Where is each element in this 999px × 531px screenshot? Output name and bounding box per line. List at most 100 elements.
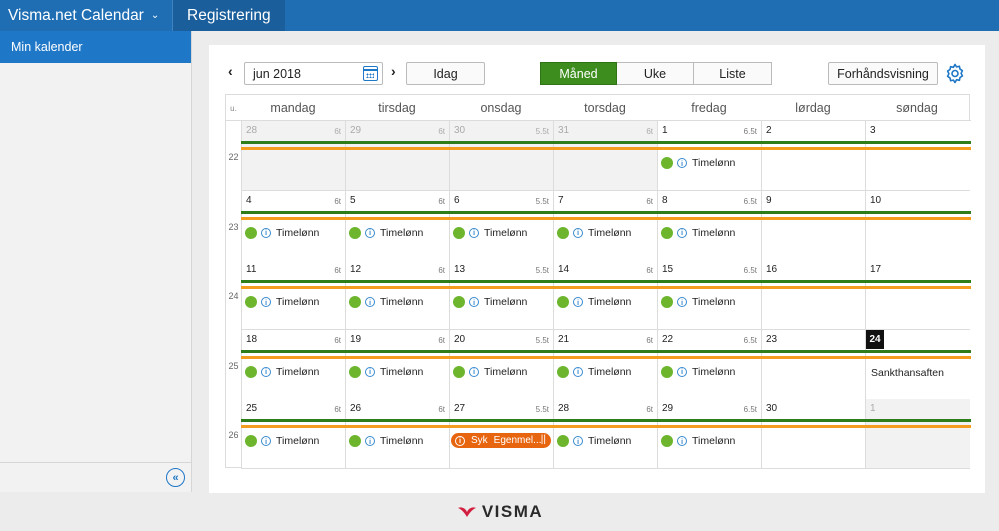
info-icon[interactable]: i (365, 436, 375, 447)
day-cell[interactable]: 9 (761, 190, 865, 261)
registration-event[interactable]: i Timelønn (557, 294, 631, 310)
registration-event[interactable]: i Timelønn (245, 433, 319, 449)
info-icon[interactable]: i (261, 227, 271, 238)
registration-event[interactable]: i Timelønn (661, 364, 735, 380)
preview-button[interactable]: Forhåndsvisning (828, 62, 938, 85)
calendar-icon[interactable] (363, 66, 378, 81)
today-button[interactable]: Idag (406, 62, 485, 85)
info-icon[interactable]: i (261, 297, 271, 308)
day-cell[interactable]: 15 6.5t i Timelønn (657, 260, 761, 331)
day-cell[interactable]: 30 (761, 399, 865, 470)
period-bar-green[interactable] (241, 349, 971, 353)
registration-event[interactable]: i Timelønn (453, 364, 527, 380)
period-bar-orange[interactable] (241, 286, 971, 290)
info-icon[interactable]: i (365, 227, 375, 238)
period-bar-green[interactable] (241, 280, 971, 284)
tab-liste[interactable]: Liste (694, 62, 772, 85)
day-cell[interactable]: 16 (761, 260, 865, 331)
period-bar-orange[interactable] (241, 425, 971, 429)
day-cell[interactable]: 28 6t i Timelønn (553, 399, 657, 470)
day-cell[interactable]: 4 6t i Timelønn (241, 190, 345, 261)
day-cell[interactable]: 6 5.5t i Timelønn (449, 190, 553, 261)
info-icon[interactable]: i (365, 297, 375, 308)
period-bar-orange[interactable] (241, 355, 971, 359)
registration-event[interactable]: i Timelønn (557, 433, 631, 449)
day-cell[interactable]: 29 6.5t i Timelønn (657, 399, 761, 470)
registration-event[interactable]: i Timelønn (349, 364, 423, 380)
app-switcher[interactable]: Visma.net Calendar ⌄ (0, 0, 172, 31)
info-icon[interactable]: i (677, 366, 687, 377)
day-cell[interactable]: 23 (761, 329, 865, 400)
day-cell[interactable]: 24 Sankthansaften (865, 329, 970, 400)
day-cell[interactable]: 3 (865, 121, 970, 191)
period-bar-green[interactable] (241, 210, 971, 214)
tab-maned[interactable]: Måned (540, 62, 617, 85)
day-cell[interactable]: 20 5.5t i Timelønn (449, 329, 553, 400)
day-cell[interactable]: 5 6t i Timelønn (345, 190, 449, 261)
period-bar-green[interactable] (241, 141, 971, 144)
registration-event[interactable]: i Timelønn (661, 294, 735, 310)
day-cell[interactable]: 2 (761, 121, 865, 191)
info-icon[interactable]: i (261, 436, 271, 447)
info-icon[interactable]: i (573, 366, 583, 377)
day-cell[interactable]: 21 6t i Timelønn (553, 329, 657, 400)
day-cell[interactable]: 26 6t i Timelønn (345, 399, 449, 470)
day-cell[interactable]: 7 6t i Timelønn (553, 190, 657, 261)
resize-handle-icon[interactable]: || (541, 434, 546, 445)
registration-event[interactable]: i Timelønn (349, 225, 423, 241)
period-bar-orange[interactable] (241, 216, 971, 220)
month-picker-input[interactable]: jun 2018 (244, 62, 383, 85)
period-bar-orange[interactable] (241, 147, 971, 150)
day-cell[interactable]: 1 6.5t i Timelønn (657, 121, 761, 191)
sidebar-item-min-kalender[interactable]: Min kalender (0, 31, 191, 63)
day-cell[interactable]: 11 6t i Timelønn (241, 260, 345, 331)
day-cell[interactable]: 13 5.5t i Timelønn (449, 260, 553, 331)
registration-event[interactable]: i Timelønn (661, 155, 735, 171)
day-cell[interactable]: 27 5.5t i Syk Egenmel... || (449, 399, 553, 470)
day-cell[interactable]: 12 6t i Timelønn (345, 260, 449, 331)
info-icon[interactable]: i (677, 158, 687, 168)
day-cell[interactable]: 8 6.5t i Timelønn (657, 190, 761, 261)
gear-icon[interactable] (943, 62, 967, 86)
registration-event[interactable]: i Timelønn (661, 225, 735, 241)
day-cell[interactable]: 28 6t (241, 121, 345, 191)
info-icon[interactable]: i (573, 227, 583, 238)
day-cell[interactable]: 18 6t i Timelønn (241, 329, 345, 400)
info-icon[interactable]: i (573, 297, 583, 308)
day-cell[interactable]: 29 6t (345, 121, 449, 191)
registration-event[interactable]: i Timelønn (557, 364, 631, 380)
day-cell[interactable]: 22 6.5t i Timelønn (657, 329, 761, 400)
day-cell[interactable]: 17 (865, 260, 970, 331)
info-icon[interactable]: i (469, 227, 479, 238)
info-icon[interactable]: i (677, 436, 687, 447)
info-icon[interactable]: i (365, 366, 375, 377)
tab-registrering[interactable]: Registrering (172, 0, 285, 31)
day-cell[interactable]: 1 (865, 399, 970, 470)
period-bar-green[interactable] (241, 419, 971, 423)
registration-event[interactable]: i Timelønn (453, 225, 527, 241)
tab-uke[interactable]: Uke (617, 62, 694, 85)
info-icon[interactable]: i (261, 366, 271, 377)
registration-event[interactable]: i Timelønn (245, 225, 319, 241)
info-icon[interactable]: i (573, 436, 583, 447)
registration-event[interactable]: i Timelønn (245, 294, 319, 310)
registration-event[interactable]: i Timelønn (557, 225, 631, 241)
day-cell[interactable]: 10 (865, 190, 970, 261)
info-icon[interactable]: i (469, 297, 479, 308)
registration-event[interactable]: i Timelønn (349, 294, 423, 310)
day-cell[interactable]: 14 6t i Timelønn (553, 260, 657, 331)
chevron-right-icon[interactable]: › (391, 63, 396, 79)
info-icon[interactable]: i (677, 227, 687, 238)
registration-event[interactable]: i Timelønn (661, 433, 735, 449)
registration-event[interactable]: i Timelønn (349, 433, 423, 449)
registration-event[interactable]: i Timelønn (245, 364, 319, 380)
sick-leave-event[interactable]: i Syk Egenmel... || (451, 433, 551, 449)
day-cell[interactable]: 25 6t i Timelønn (241, 399, 345, 470)
day-cell[interactable]: 31 6t (553, 121, 657, 191)
registration-event[interactable]: i Timelønn (453, 294, 527, 310)
day-cell[interactable]: 30 5.5t (449, 121, 553, 191)
info-icon[interactable]: i (455, 435, 465, 446)
info-icon[interactable]: i (469, 366, 479, 377)
info-icon[interactable]: i (677, 297, 687, 308)
day-cell[interactable]: 19 6t i Timelønn (345, 329, 449, 400)
